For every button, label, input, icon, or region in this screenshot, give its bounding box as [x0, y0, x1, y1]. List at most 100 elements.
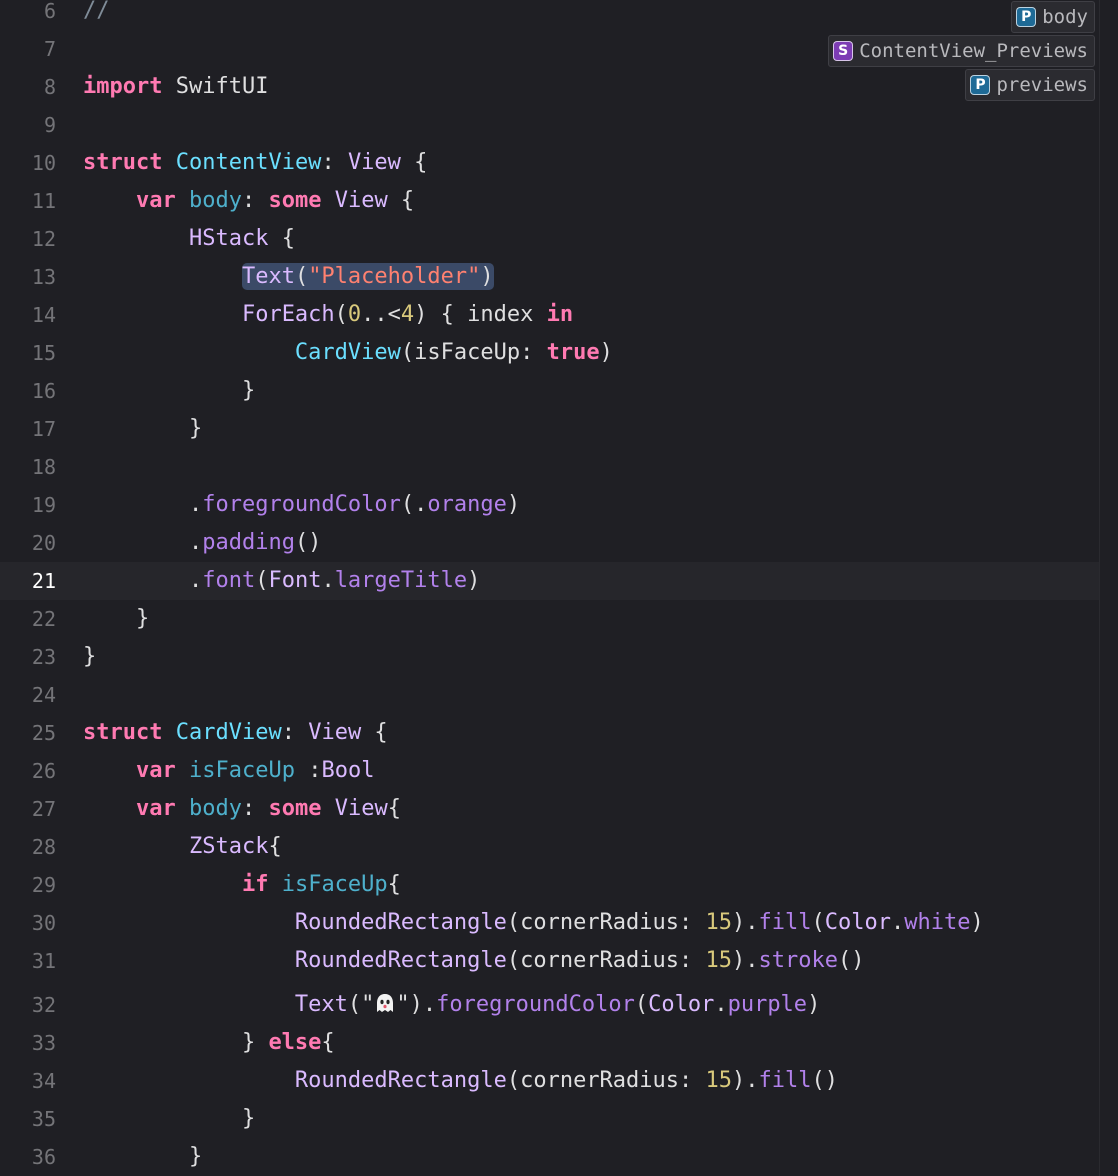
- code-token: (): [294, 530, 322, 555]
- code-line[interactable]: 19 .foregroundColor(.orange): [0, 486, 1100, 524]
- code-line[interactable]: 24: [0, 676, 1100, 714]
- vertical-scrollbar[interactable]: [1099, 0, 1118, 1176]
- code-text[interactable]: var body: some View {: [83, 182, 414, 220]
- minimap-symbol-labels: P body S ContentView_Previews P previews: [805, 0, 1095, 101]
- code-line[interactable]: 18: [0, 448, 1100, 486]
- code-token: (): [811, 1068, 839, 1093]
- line-number: 23: [31, 645, 56, 669]
- symbol-chip-contentview-previews[interactable]: S ContentView_Previews: [828, 35, 1095, 67]
- code-line[interactable]: 12 HStack {: [0, 220, 1100, 258]
- symbol-chip-body[interactable]: P body: [1011, 1, 1095, 33]
- code-line[interactable]: 35 }: [0, 1100, 1100, 1138]
- code-token: font: [202, 568, 256, 593]
- code-token: View: [334, 188, 388, 213]
- line-number: 21: [31, 569, 56, 593]
- code-line[interactable]: 14 ForEach(0..<4) { index in: [0, 296, 1100, 334]
- code-text[interactable]: if isFaceUp{: [83, 866, 401, 904]
- line-number: 15: [31, 341, 56, 365]
- code-token: Bool: [321, 758, 375, 783]
- line-number: 20: [31, 531, 56, 555]
- code-line[interactable]: 16 }: [0, 372, 1100, 410]
- code-token: {: [387, 188, 415, 213]
- code-line[interactable]: 30 RoundedRectangle(cornerRadius: 15).fi…: [0, 904, 1100, 942]
- code-token: :: [294, 758, 322, 783]
- code-token: ): [467, 568, 481, 593]
- code-text[interactable]: }: [83, 638, 96, 676]
- code-token: (cornerRadius:: [506, 948, 706, 973]
- code-token: }: [83, 1144, 203, 1169]
- code-line[interactable]: 27 var body: some View{: [0, 790, 1100, 828]
- code-line[interactable]: 11 var body: some View {: [0, 182, 1100, 220]
- code-token: stroke: [758, 948, 839, 973]
- code-token: (: [294, 264, 309, 289]
- code-token: Text: [294, 992, 348, 1017]
- code-text[interactable]: CardView(isFaceUp: true): [83, 334, 613, 372]
- code-text[interactable]: .foregroundColor(.orange): [83, 486, 520, 524]
- code-token: SwiftUI: [162, 74, 269, 99]
- code-line[interactable]: 34 RoundedRectangle(cornerRadius: 15).fi…: [0, 1062, 1100, 1100]
- code-token: .: [714, 992, 728, 1017]
- code-token: .: [83, 568, 203, 593]
- code-text[interactable]: .font(Font.largeTitle): [83, 562, 480, 600]
- code-token: .: [891, 910, 905, 935]
- code-line[interactable]: 20 .padding(): [0, 524, 1100, 562]
- code-text[interactable]: ZStack{: [83, 828, 282, 866]
- code-line[interactable]: 10 struct ContentView: View {: [0, 144, 1100, 182]
- code-line[interactable]: 23}: [0, 638, 1100, 676]
- code-text[interactable]: }: [83, 1138, 202, 1176]
- code-text[interactable]: Text("Placeholder"): [83, 258, 494, 296]
- code-line[interactable]: 22 }: [0, 600, 1100, 638]
- code-text[interactable]: Text(" ").foregroundColor(Color.purple): [83, 986, 820, 1024]
- code-token: {: [321, 1030, 335, 1055]
- code-token: }: [83, 1106, 256, 1131]
- code-text[interactable]: var isFaceUp :Bool: [83, 752, 374, 790]
- code-text[interactable]: RoundedRectangle(cornerRadius: 15).strok…: [83, 942, 865, 980]
- code-text[interactable]: }: [83, 410, 202, 448]
- code-line[interactable]: 31 RoundedRectangle(cornerRadius: 15).st…: [0, 942, 1100, 980]
- code-text[interactable]: .padding(): [83, 524, 321, 562]
- symbol-chip-previews[interactable]: P previews: [965, 69, 1095, 101]
- code-text[interactable]: }: [83, 372, 255, 410]
- code-text[interactable]: ForEach(0..<4) { index in: [83, 296, 573, 334]
- code-text[interactable]: }: [83, 600, 149, 638]
- code-text[interactable]: HStack {: [83, 220, 295, 258]
- code-token: ").: [396, 992, 437, 1017]
- line-number: 22: [31, 607, 56, 631]
- code-line[interactable]: 36 }: [0, 1138, 1100, 1176]
- code-text[interactable]: }: [83, 1100, 255, 1138]
- code-token: ).: [732, 948, 759, 973]
- line-number: 30: [31, 911, 56, 935]
- code-text[interactable]: } else{: [83, 1024, 335, 1062]
- code-token: var: [135, 188, 176, 213]
- code-text[interactable]: RoundedRectangle(cornerRadius: 15).fill(…: [83, 904, 984, 942]
- code-line[interactable]: 33 } else{: [0, 1024, 1100, 1062]
- code-token: (cornerRadius:: [506, 1068, 706, 1093]
- code-line[interactable]: 32 Text(" ").foregroundColor(Color.purple…: [0, 986, 1100, 1024]
- code-text[interactable]: import SwiftUI: [83, 68, 268, 106]
- code-line[interactable]: 21 .font(Font.largeTitle): [0, 562, 1100, 600]
- code-token: isFaceUp: [281, 872, 388, 897]
- code-text[interactable]: //: [83, 0, 110, 30]
- code-text[interactable]: struct CardView: View {: [83, 714, 388, 752]
- code-line[interactable]: 26 var isFaceUp :Bool: [0, 752, 1100, 790]
- code-token: ) { index: [414, 302, 547, 327]
- code-text[interactable]: var body: some View{: [83, 790, 401, 828]
- code-text[interactable]: RoundedRectangle(cornerRadius: 15).fill(…: [83, 1062, 838, 1100]
- code-text[interactable]: struct ContentView: View {: [83, 144, 427, 182]
- code-line[interactable]: 25 struct CardView: View {: [0, 714, 1100, 752]
- code-line[interactable]: 15 CardView(isFaceUp: true): [0, 334, 1100, 372]
- line-number: 25: [31, 721, 56, 745]
- line-number: 26: [31, 759, 56, 783]
- struct-icon: S: [833, 41, 854, 61]
- code-token: {: [387, 872, 401, 897]
- code-line[interactable]: 13 Text("Placeholder"): [0, 258, 1100, 296]
- code-line[interactable]: 9: [0, 106, 1100, 144]
- code-token: Font: [268, 568, 322, 593]
- code-line[interactable]: 29 if isFaceUp{: [0, 866, 1100, 904]
- code-line[interactable]: 28 ZStack{: [0, 828, 1100, 866]
- code-line[interactable]: 17 }: [0, 410, 1100, 448]
